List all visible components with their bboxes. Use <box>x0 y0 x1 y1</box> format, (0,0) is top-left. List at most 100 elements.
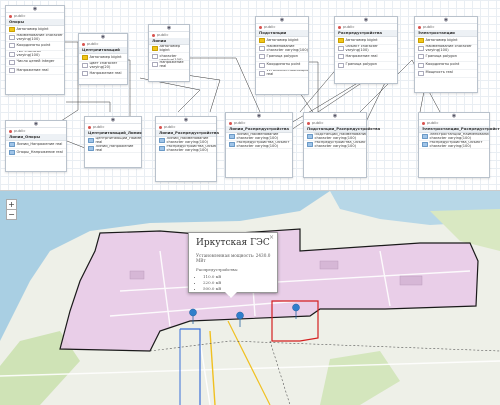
table-column[interactable]: Напряжение real <box>79 70 127 79</box>
column-label: Распредустройства_Объект character varyi… <box>166 145 217 152</box>
visibility-eye-icon[interactable]: ◉ <box>6 6 64 13</box>
relation-link <box>66 101 111 112</box>
visibility-eye-icon[interactable]: ◉ <box>6 121 66 128</box>
table-elektrostancii[interactable]: ◉ public Электростанции Автономер bigint Наи… <box>414 16 478 93</box>
table-column[interactable]: Наименование character varying(100) <box>415 45 477 54</box>
visibility-eye-icon[interactable]: ◉ <box>419 113 489 120</box>
table-column[interactable]: Цвет character varying(20) <box>79 62 127 71</box>
table-linii-opory[interactable]: ◉ public Линии_Опоры Линии_Напряжение real О… <box>5 120 67 172</box>
table-column[interactable]: Автономер bigint <box>335 37 397 46</box>
visibility-eye-icon[interactable]: ◉ <box>226 113 292 120</box>
foreign-key-icon <box>422 134 428 140</box>
popup-title: Иркутская ГЭС <box>196 238 270 248</box>
visibility-eye-icon[interactable]: ◉ <box>149 25 189 32</box>
primary-key-icon <box>338 38 344 44</box>
table-raspredustroystva[interactable]: ◉ public Распредустройства Автономер bigint… <box>334 16 398 84</box>
table-column[interactable]: Электростанции_Наименование character va… <box>419 133 490 142</box>
table-column[interactable]: Линии_Наименование character varying(100… <box>156 137 216 146</box>
column-label: Автономер bigint <box>89 54 122 59</box>
table-column[interactable]: Координаты point <box>256 62 308 70</box>
column-icon <box>259 70 265 76</box>
map-view[interactable]: + − <box>0 190 500 405</box>
table-column[interactable]: Граница polygon <box>415 53 477 62</box>
column-label: Координаты point <box>16 43 51 48</box>
table-name: Линии <box>149 38 189 45</box>
table-linii[interactable]: ◉publicЛинииАвтономер bigintНаименование… <box>148 24 190 82</box>
table-column[interactable]: УстановленнаяМощность real <box>256 70 308 78</box>
building <box>399 275 423 286</box>
column-label: Электростанции_Наименование character va… <box>429 133 490 140</box>
table-column[interactable]: Мощность real <box>415 70 477 78</box>
column-icon <box>9 51 15 57</box>
table-column[interactable]: Автономер bigint <box>256 37 308 46</box>
table-column[interactable]: Автономер bigint <box>415 37 477 46</box>
schema-icon <box>338 25 341 29</box>
table-column[interactable]: Напряжение real <box>6 67 64 76</box>
popup-device-item: 500.0 кВ <box>203 286 277 291</box>
table-column[interactable]: Распредустройства_Объект character varyi… <box>156 145 217 154</box>
column-icon <box>418 54 424 60</box>
table-column[interactable]: Граница polygon <box>335 62 397 70</box>
table-column[interactable]: Центрпитающий_Наименование real <box>85 137 141 146</box>
table-column[interactable]: Граница polygon <box>256 53 308 62</box>
schema-icon <box>82 42 85 46</box>
foreign-key-icon <box>159 138 165 144</box>
map-canvas[interactable] <box>0 191 500 405</box>
table-column[interactable]: Тип character varying(100) <box>6 51 64 59</box>
column-label: УстановленнаяМощность real <box>266 69 309 77</box>
table-column[interactable]: Линии_Наименование character varying(100… <box>226 133 292 142</box>
column-icon <box>259 54 265 60</box>
column-icon <box>259 46 265 52</box>
visibility-eye-icon[interactable]: ◉ <box>415 17 477 24</box>
table-column[interactable]: Подстанции_Наименование character varyin… <box>304 133 366 142</box>
table-podstancii-raspredustroystva[interactable]: ◉ public Подстанции_Распредустройства Подст… <box>303 112 380 178</box>
visibility-eye-icon[interactable]: ◉ <box>304 113 366 120</box>
column-icon <box>418 70 424 76</box>
foreign-key-icon <box>229 134 235 140</box>
table-column[interactable]: Распредустройства_Объект character varyi… <box>304 141 367 150</box>
visibility-eye-icon[interactable]: ◉ <box>85 117 141 124</box>
table-centrpitayushiy-liniya[interactable]: ◉ public Центрпитающий_Линия Центрпитающий_… <box>84 116 142 168</box>
column-icon <box>152 62 158 68</box>
relation-link <box>139 77 201 113</box>
table-column[interactable]: Автономер bigint <box>149 45 189 54</box>
table-linii-raspredustroystva-2[interactable]: ◉ public Линии_Распредустройства Линии_Наим… <box>225 112 293 178</box>
visibility-eye-icon[interactable]: ◉ <box>256 17 308 24</box>
table-column[interactable]: Наименование character varying(100) <box>6 34 64 43</box>
table-elektrostancii-raspredustroystva[interactable]: ◉ public Электростанции_Распредустройства Э… <box>418 112 500 178</box>
table-column[interactable]: Распредустройства_Объект character varyi… <box>226 141 292 150</box>
table-column[interactable]: Объект character varying(100) <box>335 45 397 54</box>
table-column[interactable]: Координаты point <box>415 62 477 70</box>
table-name: Центрпитающий <box>79 47 127 54</box>
table-opory[interactable]: ◉ public Опоры Автономер bigint Наименование… <box>5 5 65 95</box>
table-column[interactable]: Линии_Напряжение real <box>6 141 66 150</box>
table-column[interactable]: Напряжение real <box>149 61 189 70</box>
table-column[interactable]: Напряжение real <box>335 53 397 62</box>
table-centrpitayushiy[interactable]: ◉ public Центрпитающий Автономер bigint Цвет… <box>78 33 128 85</box>
table-column[interactable]: Опоры_Напряжение real <box>6 149 66 158</box>
table-linii-raspredustroystva-1[interactable]: ◉ public Линии_Распредустройства Линии_Наим… <box>155 116 219 182</box>
visibility-eye-icon[interactable]: ◉ <box>156 117 216 124</box>
popup-installed-power: Установленная мощность: 2430.0 MВт <box>196 253 271 263</box>
visibility-eye-icon[interactable]: ◉ <box>335 17 397 24</box>
table-column[interactable]: Автономер bigint <box>6 26 64 35</box>
foreign-key-icon <box>229 142 235 148</box>
visibility-eye-icon[interactable]: ◉ <box>79 34 127 41</box>
column-label: Тип character varying(100) <box>16 50 42 58</box>
column-label: Число цепей integer <box>16 59 55 64</box>
table-column[interactable]: Координаты point <box>6 42 64 51</box>
zoom-out-button[interactable]: − <box>6 209 17 220</box>
column-label: Линии_Наименование character varying(100… <box>236 133 279 140</box>
table-column[interactable]: Число цепей integer <box>6 59 64 67</box>
column-label: Автономер bigint <box>425 37 458 42</box>
table-column[interactable]: Автономер bigint <box>79 54 127 63</box>
table-column[interactable]: Линии_Напряжение real <box>85 145 141 154</box>
column-icon <box>9 59 15 65</box>
table-column[interactable]: Наименование character varying(100) <box>256 45 308 54</box>
table-podstancii[interactable]: ◉ public Подстанции Автономер bigint Наимено… <box>255 16 309 95</box>
table-column[interactable]: Распредустройства_Объект character varyi… <box>419 141 489 150</box>
popup-close-button[interactable]: × <box>269 234 274 241</box>
column-label: Распредустройства_Объект character varyi… <box>314 141 367 148</box>
relation-link <box>185 74 221 113</box>
table-column[interactable]: Наименование character varying(100) <box>149 53 189 62</box>
